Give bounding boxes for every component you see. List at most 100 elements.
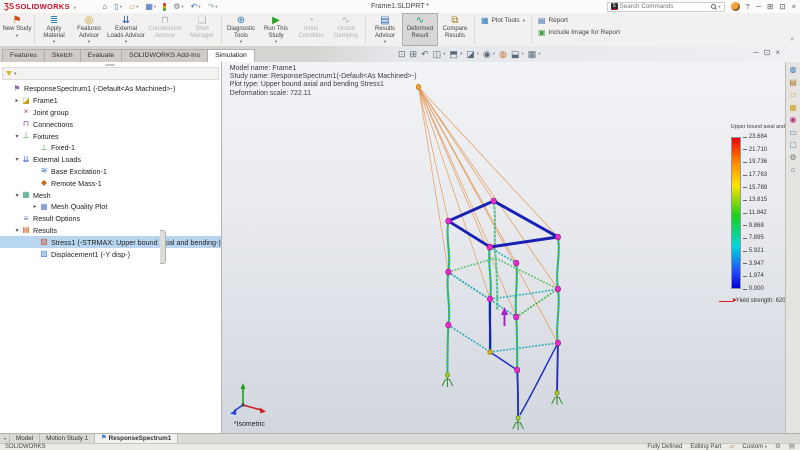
caret-icon[interactable]: ▾: [493, 48, 495, 60]
graphics-viewport[interactable]: Model name: Frame1 Study name: ResponseS…: [222, 62, 785, 433]
view-palette-icon[interactable]: ▦: [789, 103, 797, 112]
status-custom-dropdown[interactable]: Custom ▾: [742, 444, 767, 450]
tab-scroll-icon[interactable]: ◂: [0, 434, 10, 443]
window-layout-button[interactable]: ⊞: [767, 2, 773, 11]
view-orientation-icon[interactable]: ⬒: [449, 48, 458, 60]
tree-item-frame1[interactable]: ▸◪Frame1: [0, 95, 221, 107]
caret-icon: ▾: [240, 39, 242, 44]
tree-item-external-loads[interactable]: ▾⇊External Loads: [0, 154, 221, 166]
forum-icon[interactable]: ⌂: [791, 165, 796, 174]
status-pane-icon[interactable]: ▤: [789, 444, 795, 450]
help-button[interactable]: ?: [746, 2, 750, 11]
ribbon-button-deformed-result[interactable]: ∿ Deformed Result: [403, 14, 437, 45]
tree-item-results[interactable]: ▾▤Results: [0, 225, 221, 237]
tab-simulation[interactable]: Simulation: [207, 49, 255, 62]
status-gear-icon[interactable]: ⚙: [775, 444, 781, 450]
tree-item-result-options[interactable]: ≡Result Options: [0, 213, 221, 225]
doc-close-icon[interactable]: ×: [775, 48, 780, 58]
ribbon-button-new-study[interactable]: ⚑ New Study ▾: [2, 14, 32, 45]
quick-access-toolbar: ⌂ ▯▾ ▱▾ ▦▾ ⚙▾ ↶▾ ↷▾: [102, 2, 217, 11]
restore-button[interactable]: ⊡: [779, 2, 785, 11]
ribbon-button-results-advisor[interactable]: ▤ Results Advisor ▾: [368, 14, 402, 45]
tree-item-study-root[interactable]: ⚑ResponseSpectrum1 (-Default<As Machined…: [0, 83, 221, 95]
ribbon-button-compare-results[interactable]: ⧉ Compare Results: [438, 14, 472, 45]
tree-item-connections[interactable]: ⊓Connections: [0, 118, 221, 130]
display-style-icon[interactable]: ◪: [466, 48, 475, 60]
tab-sketch[interactable]: Sketch: [44, 49, 81, 62]
ribbon-button-apply-material[interactable]: ≣ Apply Material ▾: [37, 14, 71, 45]
expand-icon[interactable]: ▾: [13, 133, 21, 140]
ribbon-button-diagnostic-tools[interactable]: ⊕ Diagnostic Tools ▾: [224, 14, 258, 45]
options-button[interactable]: ⚙▾: [173, 2, 183, 11]
caret-icon[interactable]: ▾: [521, 48, 523, 60]
tree-item-displacement1[interactable]: ▧Displacement1 (-Y disp-): [0, 248, 221, 260]
expand-icon[interactable]: ▸: [31, 203, 39, 210]
open-document-button[interactable]: ▱▾: [129, 2, 138, 11]
tree-item-mesh[interactable]: ▾▦Mesh: [0, 189, 221, 201]
caret-icon[interactable]: ▾: [460, 48, 462, 60]
custom-properties-icon[interactable]: ▢: [789, 140, 797, 149]
redo-button[interactable]: ↷▾: [208, 2, 218, 11]
tab-evaluate[interactable]: Evaluate: [80, 49, 122, 62]
caret-icon[interactable]: ▾: [538, 48, 540, 60]
file-explorer-icon[interactable]: ▱: [790, 90, 796, 99]
expand-icon[interactable]: ▾: [13, 227, 21, 234]
plot-tools-button[interactable]: ▦ Plot Tools ▾: [481, 16, 525, 25]
apply-scene-icon[interactable]: ⬓: [511, 48, 520, 60]
tab-model[interactable]: Model: [10, 434, 40, 443]
tree-item-base-excitation-1[interactable]: ≋Base Excitation-1: [0, 166, 221, 178]
tree-item-fixed-1[interactable]: ⊥Fixed-1: [0, 142, 221, 154]
expand-icon[interactable]: ▸: [13, 97, 21, 104]
tab-solidworks-add-ins[interactable]: SOLIDWORKS Add-Ins: [121, 49, 208, 62]
zoom-to-area-icon[interactable]: ⊞: [410, 48, 418, 60]
tree-item-fixtures[interactable]: ▾⊥Fixtures: [0, 130, 221, 142]
button-label: Diagnostic Tools: [224, 26, 258, 39]
tree-item-mesh-quality-plot[interactable]: ▸▦Mesh Quality Plot: [0, 201, 221, 213]
tab-features[interactable]: Features: [2, 49, 45, 62]
tree-filter-bar[interactable]: ▾: [2, 67, 219, 80]
button-label: External Loads Advisor: [107, 26, 145, 39]
expand-icon[interactable]: ▾: [13, 156, 21, 163]
doc-restore-icon[interactable]: ⊡: [764, 48, 771, 58]
caret-icon[interactable]: ▾: [443, 48, 445, 60]
search-input[interactable]: [620, 3, 710, 10]
tab-response-spectrum-1[interactable]: ⚑ResponseSpectrum1: [95, 434, 178, 443]
undo-button[interactable]: ↶▾: [191, 2, 201, 11]
panel-splitter-handle[interactable]: [160, 230, 166, 264]
sw-resources-icon[interactable]: ◍: [790, 65, 797, 74]
scenes-icon[interactable]: ▭: [789, 128, 797, 137]
settings-icon[interactable]: ⚙: [789, 153, 796, 162]
zoom-to-fit-icon[interactable]: ⊡: [398, 48, 406, 60]
tree-item-remote-mass-1[interactable]: ◆Remote Mass-1: [0, 177, 221, 189]
save-button[interactable]: ▦▾: [145, 2, 156, 11]
search-commands-box[interactable]: S ▾: [607, 2, 725, 12]
tree-item-stress1[interactable]: ▧Stress1 (-STRMAX: Upper bound axial and…: [0, 236, 221, 248]
hide-show-items-icon[interactable]: ◉: [483, 48, 491, 60]
minimize-button[interactable]: ─: [756, 2, 761, 11]
view-settings-icon[interactable]: ▦: [528, 48, 537, 60]
new-document-button[interactable]: ▯▾: [114, 2, 122, 11]
include-image-for-report-button[interactable]: ▣ Include Image for Report: [538, 28, 620, 37]
report-icon: ▤: [538, 16, 546, 25]
section-view-icon[interactable]: ◫: [433, 48, 442, 60]
rebuild-button[interactable]: [163, 3, 166, 11]
ribbon-button-external-loads-advisor[interactable]: ⇊ External Loads Advisor ▾: [107, 14, 145, 45]
close-button[interactable]: ×: [792, 2, 796, 11]
ribbon-collapse-button[interactable]: ^: [791, 38, 794, 45]
report-button[interactable]: ▤ Report: [538, 16, 620, 25]
tab-motion-study-1[interactable]: Motion Study 1: [40, 434, 95, 443]
appearances-icon[interactable]: ◉: [790, 115, 797, 124]
ribbon-button-run-this-study[interactable]: ▶ Run This Study ▾: [259, 14, 293, 45]
expand-icon[interactable]: ▾: [13, 192, 21, 199]
solidworks-logo[interactable]: ƷS SOLIDWORKS ▸: [4, 2, 76, 11]
user-avatar[interactable]: [731, 2, 740, 11]
doc-minimize-icon[interactable]: ─: [753, 48, 759, 58]
previous-view-icon[interactable]: ↶: [421, 48, 429, 60]
edit-appearance-icon[interactable]: ◍: [499, 48, 507, 60]
caret-icon[interactable]: ▾: [477, 48, 479, 60]
tree-item-joint-group[interactable]: ×Joint group: [0, 107, 221, 119]
ribbon-button-features-advisor[interactable]: ◎ Features Advisor ▾: [72, 14, 106, 45]
home-button[interactable]: ⌂: [102, 2, 107, 11]
design-library-icon[interactable]: ▤: [789, 78, 797, 87]
displacement-plot-icon: ▧: [39, 249, 49, 259]
